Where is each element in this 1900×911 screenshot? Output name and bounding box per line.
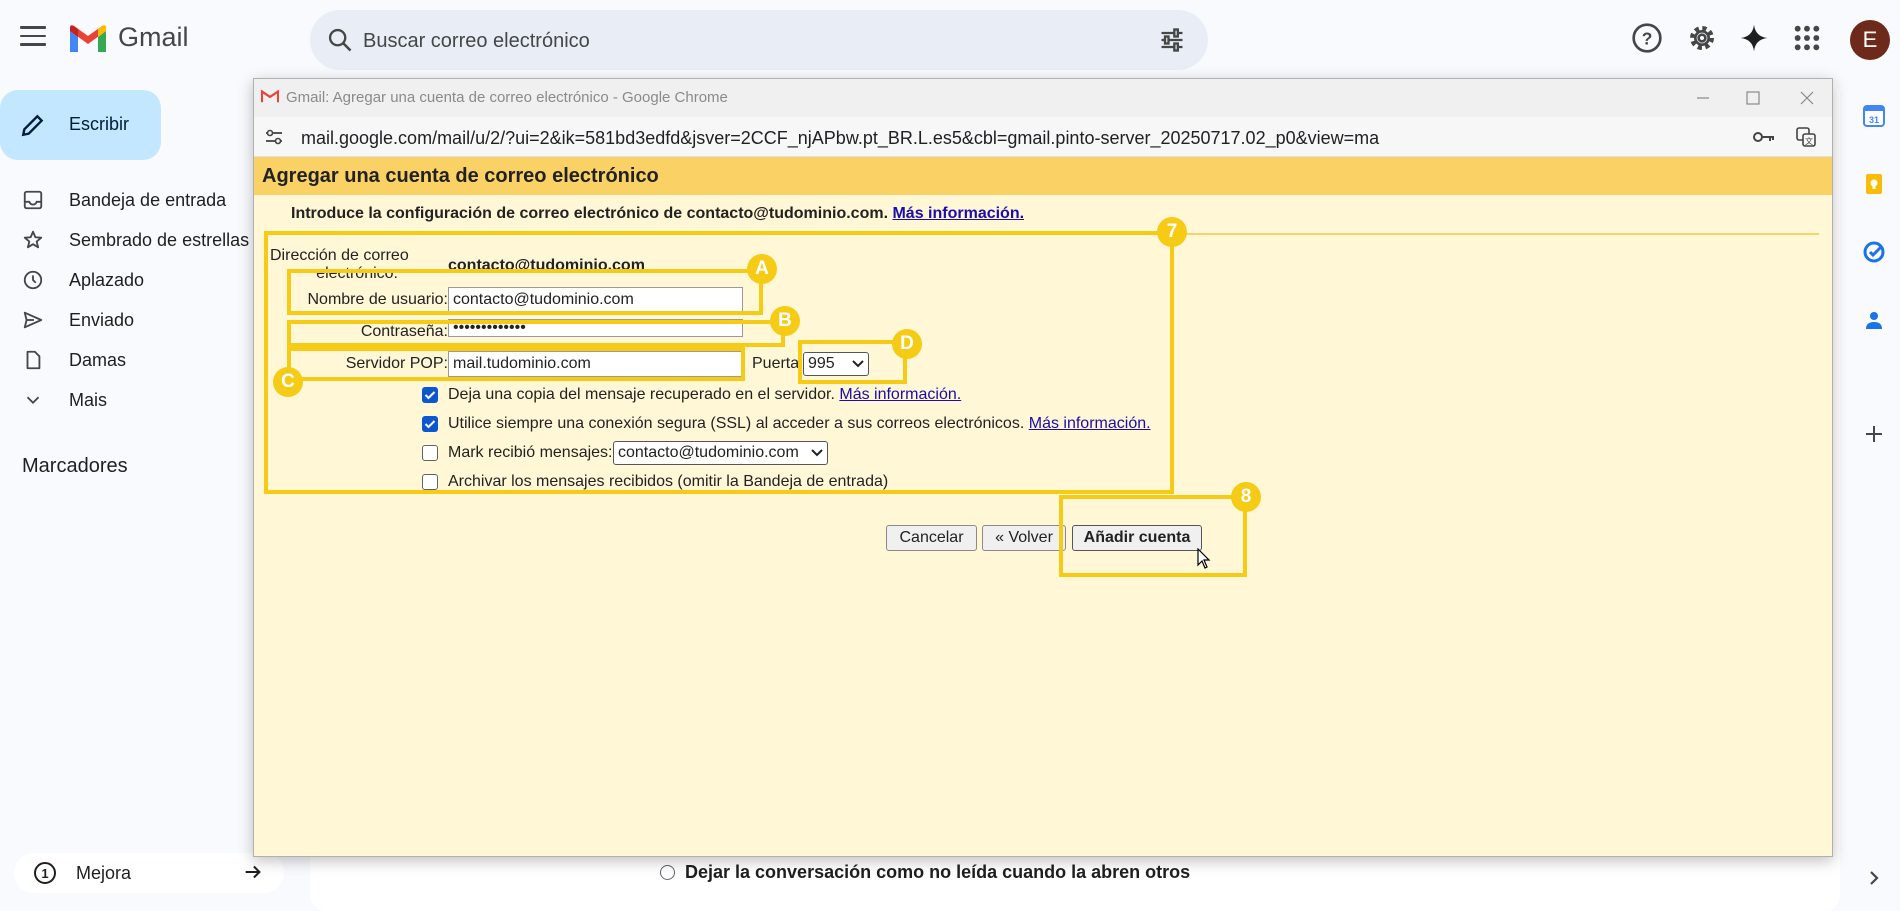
cancel-button[interactable]: Cancelar	[886, 525, 977, 551]
contacts-icon[interactable]	[1862, 308, 1886, 332]
gmail-wordmark: Gmail	[118, 22, 189, 52]
compose-label: Escribir	[69, 114, 130, 134]
password-key-icon[interactable]	[1752, 128, 1776, 146]
intro-line: Introduce la configuración de correo ele…	[291, 205, 1024, 223]
help-icon[interactable]: ?	[1631, 22, 1663, 54]
calendar-icon[interactable]: 31	[1862, 104, 1886, 128]
chevron-down-icon	[26, 396, 40, 405]
upgrade-button[interactable]: 1 Mejora	[14, 853, 284, 893]
gmail-topbar: Gmail Buscar correo electrónico ? E	[0, 0, 1900, 80]
search-input[interactable]: Buscar correo electrónico	[363, 30, 590, 53]
settings-gear-icon[interactable]	[1686, 22, 1718, 54]
back-button[interactable]: « Volver	[982, 525, 1066, 551]
search-bar[interactable]: Buscar correo electrónico	[310, 10, 1208, 70]
send-icon	[23, 311, 43, 329]
annotation-box-c	[287, 347, 745, 381]
sidebar-item-sent[interactable]: Enviado	[0, 300, 250, 340]
svg-text:?: ?	[1642, 29, 1653, 49]
window-titlebar[interactable]: Gmail: Agregar una cuenta de correo elec…	[254, 79, 1832, 117]
maximize-icon[interactable]	[1740, 85, 1766, 111]
minimize-icon[interactable]	[1690, 85, 1716, 111]
popup-heading: Agregar una cuenta de correo electrónico	[262, 165, 659, 187]
keep-icon[interactable]	[1862, 172, 1886, 196]
sidebar-item-drafts[interactable]: Damas	[0, 340, 250, 380]
compose-button[interactable]: Escribir	[0, 90, 161, 160]
close-icon[interactable]	[1794, 85, 1820, 111]
url-text[interactable]: mail.google.com/mail/u/2/?ui=2&ik=581bd3…	[301, 128, 1379, 149]
add-icon[interactable]	[1862, 422, 1886, 446]
annotation-badge-c: C	[273, 367, 303, 397]
clock-icon	[23, 270, 43, 290]
tasks-icon[interactable]	[1862, 240, 1886, 264]
sidebar-item-more[interactable]: Mais	[0, 380, 250, 420]
star-icon	[23, 230, 43, 249]
gmail-logo[interactable]: Gmail	[68, 22, 189, 53]
menu-icon[interactable]	[20, 26, 46, 46]
apps-grid-icon[interactable]	[1791, 22, 1823, 54]
radio-button[interactable]	[660, 865, 675, 880]
sidebar-item-inbox[interactable]: Bandeja de entrada	[0, 180, 250, 220]
annotation-badge-7: 7	[1157, 217, 1187, 247]
sidebar-item-label: Damas	[69, 350, 127, 370]
gmail-m-icon	[70, 24, 106, 52]
address-bar[interactable]: mail.google.com/mail/u/2/?ui=2&ik=581bd3…	[254, 117, 1832, 157]
annotation-box-d	[798, 340, 907, 384]
annotation-badge-d: D	[892, 329, 922, 359]
sidebar-item-starred[interactable]: Sembrado de estrellas	[0, 220, 250, 260]
search-options-icon[interactable]	[1158, 26, 1186, 54]
svg-text:31: 31	[1869, 115, 1879, 125]
mark-unread-label: Dejar la conversación como no leída cuan…	[685, 862, 1191, 882]
sidebar-item-label: Sembrado de estrellas	[69, 230, 250, 250]
site-info-icon[interactable]	[265, 129, 283, 145]
upgrade-number-icon: 1	[34, 862, 56, 884]
search-icon[interactable]	[326, 26, 354, 54]
sidebar-item-label: Enviado	[69, 310, 135, 330]
mouse-cursor-icon	[1197, 548, 1211, 569]
annotation-box-a	[287, 269, 763, 315]
arrow-right-icon	[245, 865, 261, 879]
sidebar-item-snoozed[interactable]: Aplazado	[0, 260, 250, 300]
account-avatar[interactable]: E	[1850, 20, 1890, 60]
annotation-box-8	[1059, 495, 1247, 577]
sidebar-item-label: Bandeja de entrada	[69, 190, 227, 210]
chevron-right-icon[interactable]	[1862, 866, 1886, 890]
translate-icon[interactable]: 文	[1795, 126, 1817, 148]
annotation-badge-8: 8	[1231, 482, 1261, 512]
intro-text: Introduce la configuración de correo ele…	[291, 205, 889, 222]
sidebar-item-label: Mais	[69, 390, 108, 410]
draft-icon	[26, 350, 41, 370]
annotation-badge-a: A	[747, 254, 777, 284]
labels-heading: Marcadores	[22, 455, 128, 477]
sidebar-item-label: Aplazado	[69, 270, 145, 290]
intro-more-info-link[interactable]: Más información.	[892, 205, 1024, 222]
window-title: Gmail: Agregar una cuenta de correo elec…	[286, 89, 728, 106]
sidebar-nav: Bandeja de entrada Sembrado de estrellas…	[0, 180, 250, 420]
annotation-box-badge-b: B	[770, 306, 800, 336]
gmail-favicon-icon	[261, 89, 279, 103]
svg-text:文: 文	[1805, 136, 1813, 146]
annotation-box-b	[287, 320, 785, 347]
gemini-sparkle-icon[interactable]	[1738, 22, 1770, 54]
mark-unread-option[interactable]: Dejar la conversación como no leída cuan…	[660, 862, 1190, 883]
inbox-icon	[23, 190, 43, 210]
pencil-icon	[21, 114, 44, 137]
upgrade-label: Mejora	[76, 863, 132, 883]
popup-header-bar: Agregar una cuenta de correo electrónico	[254, 157, 1832, 195]
